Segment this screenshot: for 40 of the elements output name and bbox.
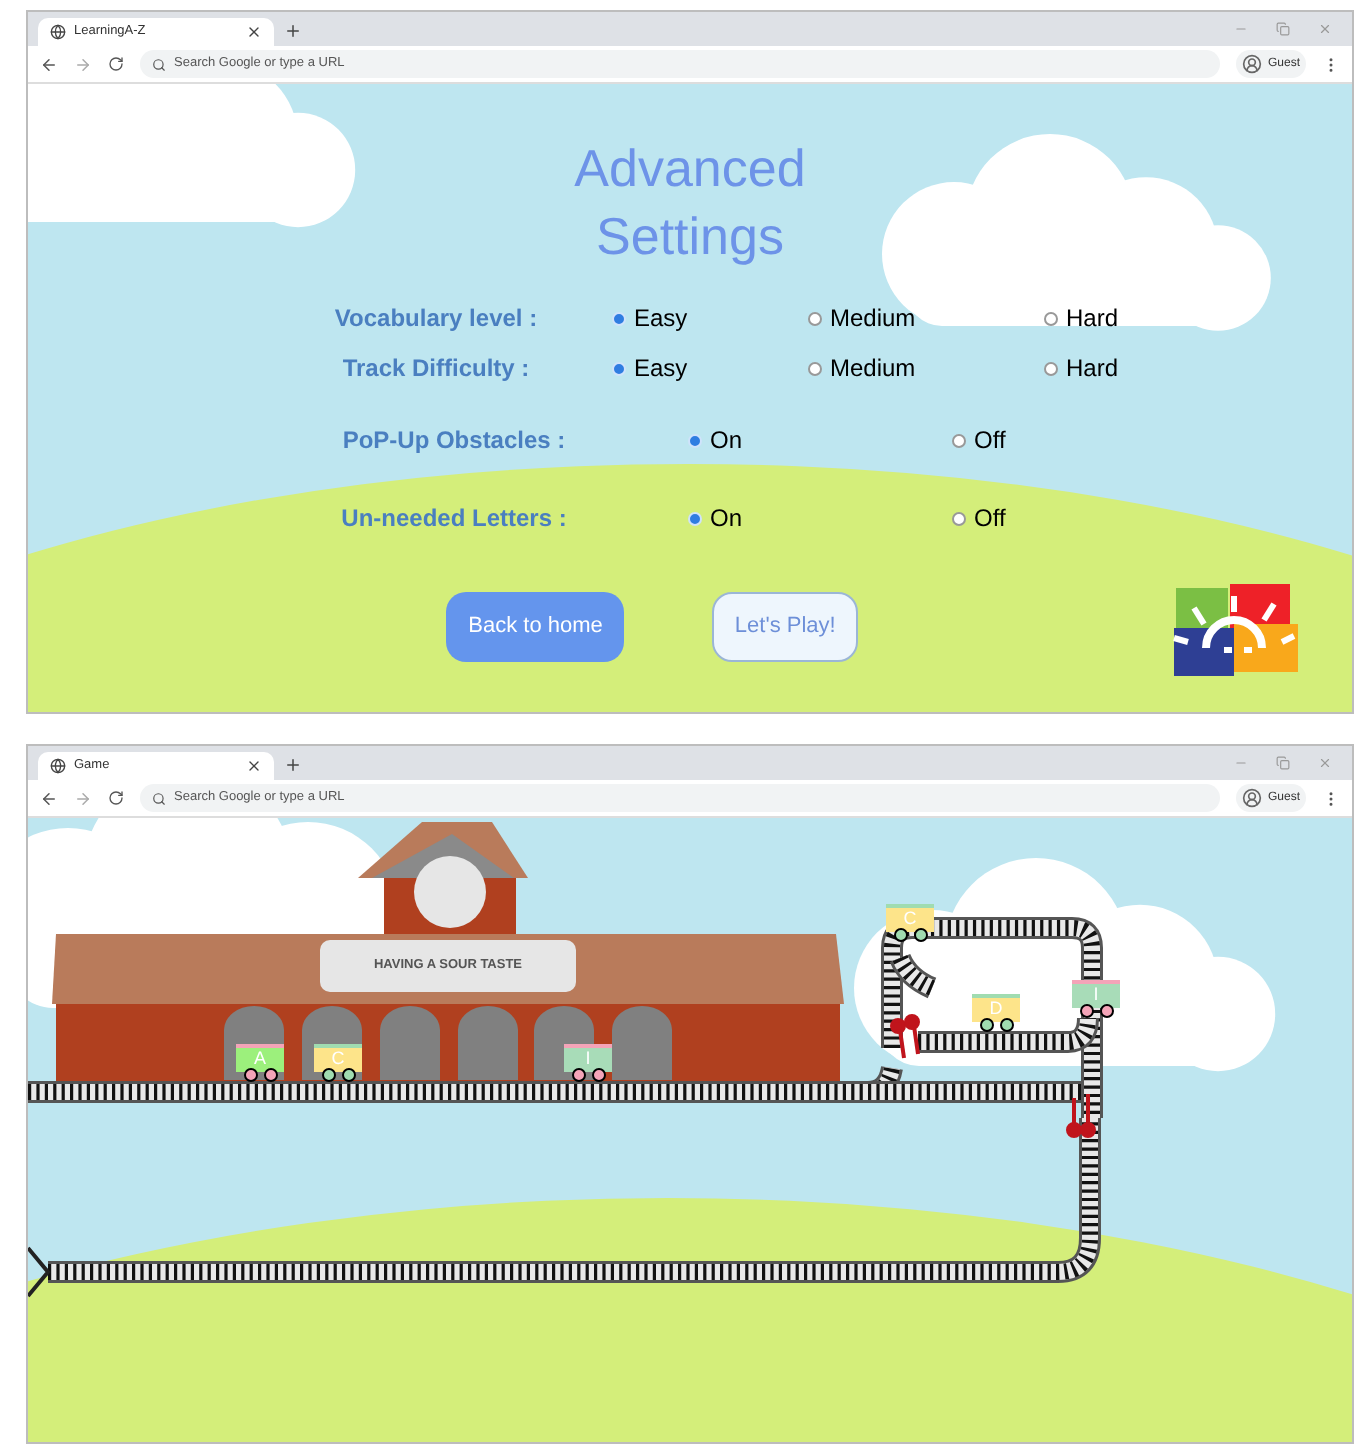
radio-option[interactable]: Hard [1044,300,1280,336]
globe-icon [50,24,66,40]
radio-option[interactable]: Easy [612,300,808,336]
mine-cart: C [886,904,934,944]
close-icon[interactable] [246,758,262,774]
avatar-icon [1241,788,1262,808]
close-icon[interactable] [246,24,262,40]
radio-option[interactable]: Off [952,422,1216,458]
search-icon [152,791,166,805]
mine-cart: D [972,994,1020,1034]
avatar-icon [1241,54,1262,74]
restore-icon[interactable] [1276,756,1290,770]
radio-option[interactable]: Easy [612,350,808,386]
setting-label: Un-needed Letters : [339,502,569,536]
forward-icon[interactable] [74,789,92,807]
radio-option[interactable]: Medium [808,350,1044,386]
back-icon[interactable] [40,55,58,73]
radio-option[interactable]: On [688,422,952,458]
setting-label: Vocabulary level : [332,302,540,336]
reload-icon[interactable] [108,790,124,806]
back-icon[interactable] [40,789,58,807]
mine-cart: C [314,1044,362,1084]
setting-label: Track Difficulty : [340,352,532,386]
radio-option[interactable]: Medium [808,300,1044,336]
page-title: Advanced Settings [572,136,808,270]
radio-option[interactable]: Off [952,500,1216,536]
mine-cart: I [1072,980,1120,1020]
mine-cart: A [236,1044,284,1084]
radio-option[interactable]: On [688,500,952,536]
globe-icon [50,758,66,774]
setting-label: PoP-Up Obstacles : [340,424,568,458]
reload-icon[interactable] [108,56,124,72]
restore-icon[interactable] [1276,22,1290,36]
logo-icon [1170,584,1302,680]
search-icon [152,57,166,71]
new-tab-icon[interactable] [284,22,302,40]
radio-option[interactable]: Hard [1044,350,1280,386]
forward-icon[interactable] [74,55,92,73]
mine-cart: I [564,1044,612,1084]
new-tab-icon[interactable] [284,756,302,774]
